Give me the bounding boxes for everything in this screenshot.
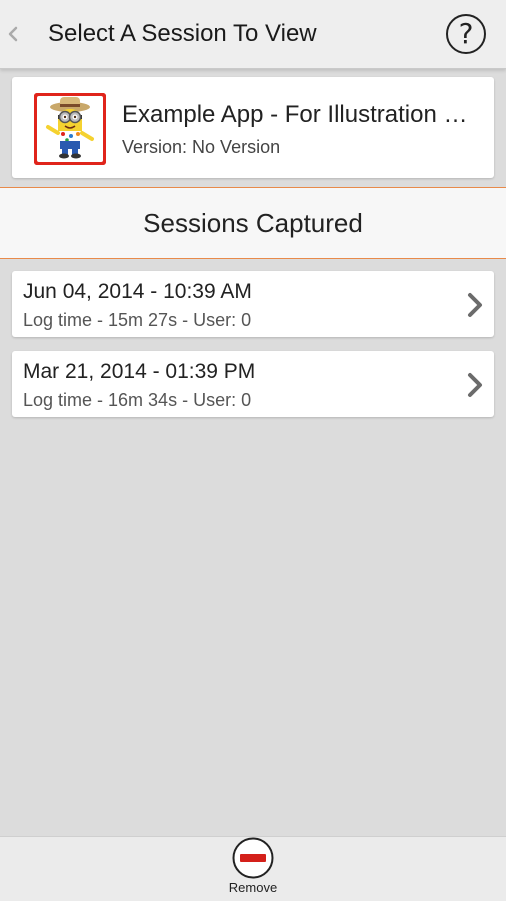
session-detail: Log time - 15m 27s - User: 0 [23,310,252,330]
bottom-action-bar: Remove [0,836,506,901]
remove-button[interactable]: Remove [218,837,288,901]
remove-label: Remove [228,880,278,895]
sessions-section-title: Sessions Captured [143,207,363,238]
help-button[interactable]: ? [446,14,486,54]
session-detail: Log time - 16m 34s - User: 0 [23,390,252,410]
session-row[interactable]: Mar 21, 2014 - 01:39 PM Log time - 16m 3… [12,351,494,417]
app-version: Version: No Version [122,137,281,157]
session-date: Jun 04, 2014 - 10:39 AM [23,280,252,303]
remove-circle-icon [232,837,274,879]
app-name: Example App - For Illustration Purposes [122,101,472,128]
app-minion-icon [34,93,106,165]
session-date: Mar 21, 2014 - 01:39 PM [23,360,256,383]
chevron-left-icon[interactable] [6,22,20,46]
chevron-right-icon [468,373,482,397]
page-title: Select A Session To View [48,20,317,47]
app-info-card: Example App - For Illustration Purposes … [12,77,494,178]
sessions-section-header: Sessions Captured [0,187,506,259]
action-bar: Select A Session To View ? [0,0,506,69]
session-row[interactable]: Jun 04, 2014 - 10:39 AM Log time - 15m 2… [12,271,494,337]
chevron-right-icon [468,293,482,317]
